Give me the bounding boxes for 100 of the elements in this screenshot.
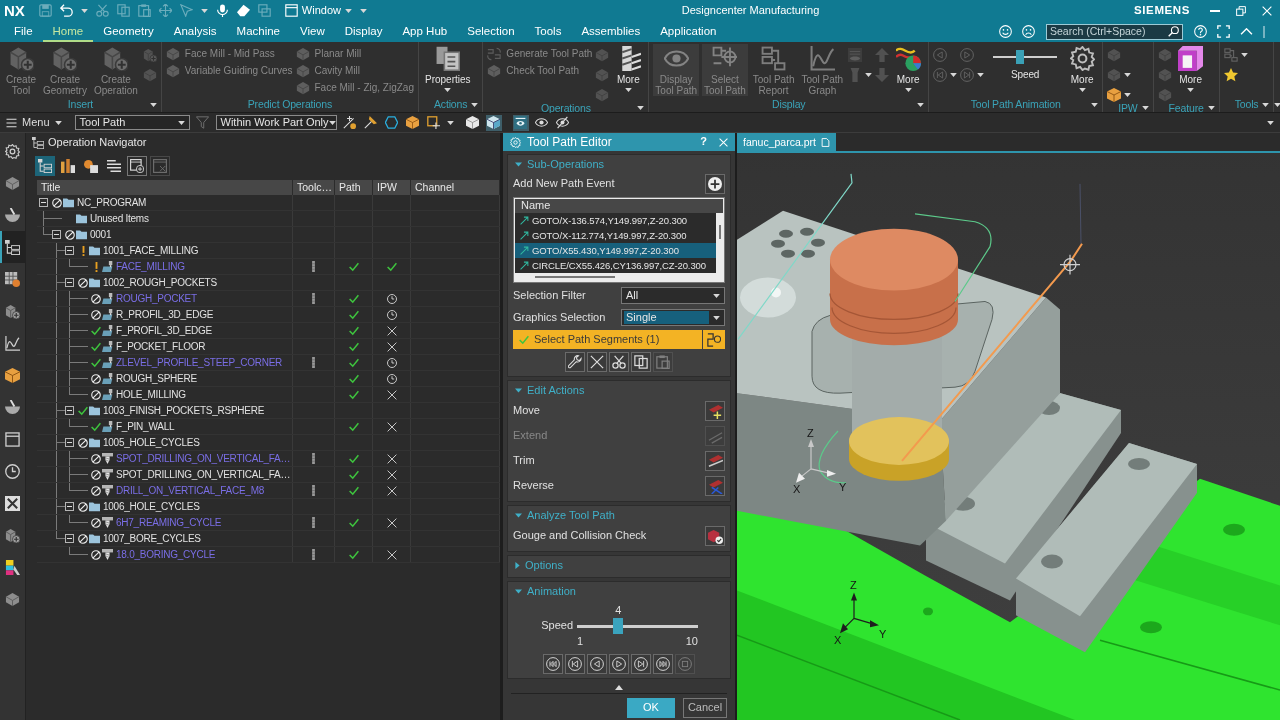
toolbar-button[interactable] [362,114,379,131]
action-button[interactable] [705,401,725,421]
caret-icon[interactable] [1141,106,1149,111]
microphone-icon[interactable] [215,4,229,17]
column-header[interactable]: Title [37,180,293,195]
playback-button[interactable] [543,654,563,675]
operation-name[interactable]: F_PROFIL_3D_EDGE [116,324,213,337]
menu-tab[interactable]: Geometry [93,21,164,42]
menu-tab[interactable]: File [4,21,43,42]
operation-name[interactable]: FACE_MILLING [116,260,185,273]
collapse-icon[interactable] [39,198,48,207]
group-name[interactable]: 1007_BORE_CYCLES [103,532,201,545]
caret-icon[interactable] [1124,93,1132,97]
window-menu[interactable]: Window [284,3,352,18]
frown-icon[interactable] [1022,25,1035,38]
star-icon[interactable] [1223,68,1238,82]
tool-button[interactable] [609,352,629,372]
operation-name[interactable]: F_PIN_WALL [116,420,175,433]
section-header[interactable]: Options [513,558,563,573]
dialog-button[interactable]: Cancel [683,698,727,718]
column-header[interactable]: Toolc… [293,180,335,195]
close-icon[interactable] [719,137,728,147]
collapse-icon[interactable] [65,534,74,543]
document-tab[interactable]: fanuc_parca.prt [737,133,836,151]
caret-icon[interactable] [1207,106,1215,111]
fullscreen-icon[interactable] [1217,25,1230,38]
undo-icon[interactable] [59,4,73,17]
search-field[interactable]: Search (Ctrl+Space) [1046,23,1183,40]
sidebar-button[interactable] [0,231,25,263]
caret-icon[interactable] [917,102,925,107]
ribbon-button[interactable]: More [1066,44,1099,96]
toolbar-button[interactable] [341,114,358,131]
collapse-icon[interactable] [52,230,61,239]
help-button[interactable]: ? [700,135,707,149]
tool-button[interactable] [587,352,607,372]
toolbar-button[interactable] [485,114,502,131]
playback-button[interactable] [587,654,607,675]
group-name[interactable]: 1005_HOLE_CYCLES [103,436,200,449]
caret-icon[interactable] [471,102,479,107]
menu-tab[interactable]: App Hub [392,21,458,42]
collapse-icon[interactable] [65,502,74,511]
operation-name[interactable]: F_POCKET_FLOOR [116,340,206,353]
operation-name[interactable]: SPOT_DRILLING_ON_VERTICAL_FA… [116,452,291,465]
dropdown[interactable]: All [621,287,725,304]
column-header[interactable]: Path [335,180,373,195]
group-name[interactable]: 1003_FINISH_POCKETS_RSPHERE [103,404,265,417]
collapse-icon[interactable] [65,406,74,415]
playback-button[interactable] [609,654,629,675]
menu-tab[interactable]: Machine [226,21,290,42]
operation-name[interactable]: DRILL_ON_VERTICAL_FACE_M8 [116,484,265,497]
restore-icon[interactable] [1236,5,1246,16]
section-header[interactable]: Animation [513,584,576,599]
toolbar-button[interactable] [383,114,400,131]
menu-tab[interactable]: Assemblies [571,21,651,42]
menu-tab[interactable]: Analysis [163,21,227,42]
section-header[interactable]: Analyze Tool Path [513,508,615,523]
help-icon[interactable] [1194,25,1207,38]
cube-icon[interactable] [1107,88,1122,102]
add-button[interactable] [705,174,725,194]
view-button[interactable] [35,156,55,176]
scope-filter-dropdown[interactable]: Within Work Part Only [215,115,337,130]
toolbar-button[interactable] [554,114,571,131]
operation-name[interactable]: 18.0_BORING_CYCLE [116,548,216,561]
caret-icon[interactable] [446,120,454,125]
toolbar-button[interactable] [512,114,529,131]
scrollbar-thumb[interactable] [535,276,615,278]
toolbar-button[interactable] [464,114,481,131]
eraser-icon[interactable] [236,4,250,17]
caret-icon[interactable] [149,102,157,107]
tool-button[interactable] [565,352,585,372]
collapse-icon[interactable] [65,438,74,447]
toolbar-button[interactable] [425,114,442,131]
view-button[interactable] [127,156,147,176]
collapse-icon[interactable] [65,278,74,287]
menu-button[interactable]: Menu [6,115,62,130]
collapse-icon[interactable] [65,246,74,255]
column-header[interactable]: Name [515,199,723,213]
operation-name[interactable]: ROUGH_POCKET [116,292,197,305]
menu-tab[interactable]: Display [334,21,393,42]
scrollbar-thumb[interactable] [718,225,721,239]
view-button[interactable] [58,156,78,176]
selection-button[interactable]: Select Path Segments (1) [513,330,702,349]
list-row[interactable]: GOTO/X-136.574,Y149.997,Z-20.300 [515,213,716,228]
action-button[interactable] [705,451,725,471]
dialog-button[interactable]: OK [627,698,675,718]
caret-icon[interactable] [1267,120,1274,125]
chevron-up-icon[interactable] [1240,28,1253,35]
playback-button[interactable] [565,654,585,675]
close-icon[interactable] [1262,5,1272,16]
group-name[interactable]: 1006_HOLE_CYCLES [103,500,200,513]
group-name[interactable]: Unused Items [90,212,149,225]
column-header[interactable]: Channel [411,180,500,195]
dropdown[interactable]: Single [621,309,725,326]
menu-tab[interactable]: Tools [524,21,572,42]
operation-name[interactable]: HOLE_MILLING [116,388,186,401]
caret-icon[interactable] [1091,102,1099,107]
search-icon[interactable] [1168,26,1179,37]
menu-tab[interactable]: Home [42,21,94,42]
section-header[interactable]: Edit Actions [513,383,585,398]
action-button[interactable] [705,526,725,546]
